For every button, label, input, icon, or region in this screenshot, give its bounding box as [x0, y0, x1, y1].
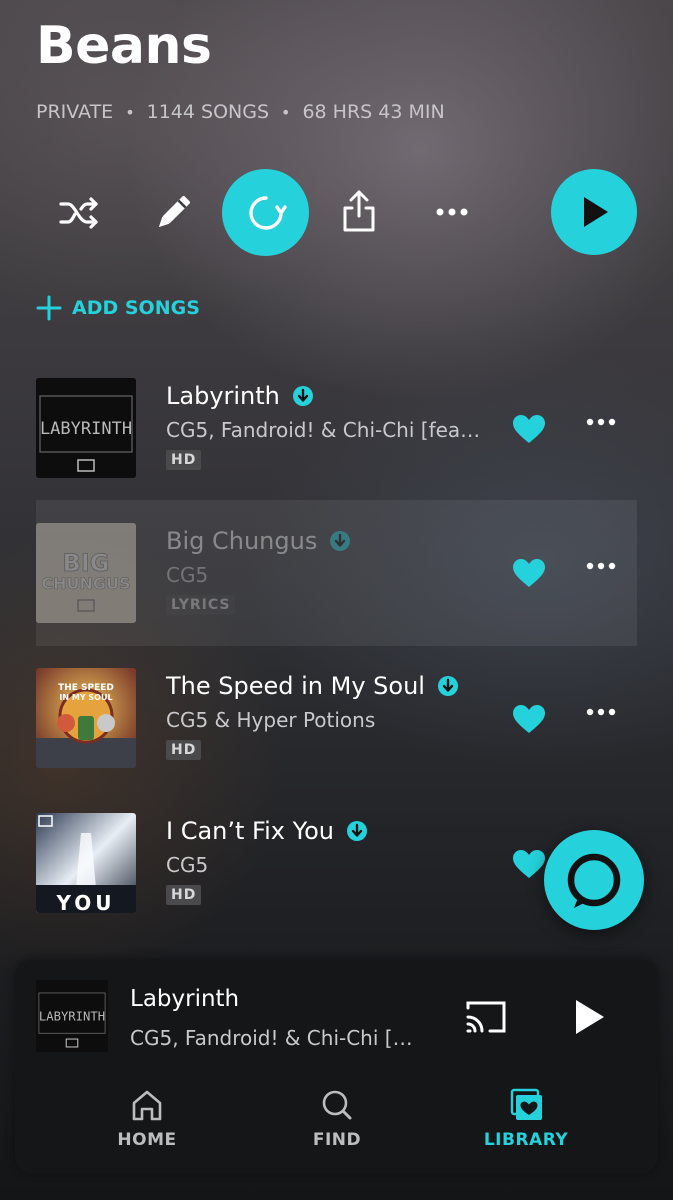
- track-title-line: Big Chungus: [166, 527, 496, 555]
- library-icon: [510, 1088, 542, 1120]
- repeat-button[interactable]: [222, 169, 309, 256]
- track-artist: CG5 & Hyper Potions: [166, 708, 376, 732]
- track-artist: CG5: [166, 853, 209, 877]
- shuffle-button[interactable]: [54, 190, 104, 236]
- more-options-button[interactable]: [430, 196, 474, 228]
- alexa-button[interactable]: [544, 830, 644, 930]
- track-title: Labyrinth: [166, 382, 280, 410]
- nav-library[interactable]: LIBRARY: [466, 1088, 586, 1150]
- privacy-label: PRIVATE: [36, 101, 114, 123]
- alexa-icon: [567, 853, 621, 908]
- now-playing-art: LABYRINTH: [36, 980, 108, 1052]
- album-art: THE SPEED IN MY SOUL: [36, 668, 136, 768]
- downloaded-icon: [292, 386, 313, 406]
- track-title-line: I Can’t Fix You: [166, 817, 496, 845]
- svg-text:LABYRINTH: LABYRINTH: [39, 1009, 105, 1023]
- home-icon: [132, 1090, 162, 1121]
- svg-text:YOU: YOU: [55, 891, 115, 913]
- add-songs-button[interactable]: ADD SONGS: [36, 295, 200, 321]
- play-icon: [576, 1000, 604, 1034]
- plus-icon: [36, 295, 62, 321]
- play-icon: [584, 197, 608, 227]
- svg-text:LABYRINTH: LABYRINTH: [40, 419, 132, 439]
- downloaded-icon: [437, 676, 458, 696]
- share-icon: [343, 190, 375, 232]
- track-row[interactable]: LABYRINTH Labyrinth CG5, Fandroid! & Chi…: [36, 378, 637, 500]
- heart-icon[interactable]: [512, 849, 546, 879]
- album-art: BIG CHUNGUS: [36, 523, 136, 623]
- track-title: The Speed in My Soul: [166, 672, 425, 700]
- track-artist: CG5, Fandroid! & Chi-Chi [feat. Alex Bec…: [166, 418, 486, 442]
- track-row[interactable]: BIG CHUNGUS Big Chungus CG5 LYRICS: [36, 500, 637, 646]
- track-more-icon[interactable]: [584, 706, 618, 718]
- track-row[interactable]: THE SPEED IN MY SOUL The Speed in My Sou…: [36, 668, 637, 790]
- svg-text:IN MY SOUL: IN MY SOUL: [59, 693, 112, 702]
- playlist-meta: PRIVATE • 1144 SONGS • 68 HRS 43 MIN: [36, 101, 445, 123]
- nav-home[interactable]: HOME: [87, 1088, 207, 1150]
- heart-icon[interactable]: [512, 558, 546, 588]
- track-title-line: Labyrinth: [166, 382, 496, 410]
- track-artist: CG5: [166, 563, 209, 587]
- play-all-button[interactable]: [551, 169, 637, 255]
- cast-icon: [466, 1001, 506, 1033]
- more-horizontal-icon: [436, 208, 468, 216]
- mini-play-button[interactable]: [565, 994, 613, 1040]
- now-playing-bar[interactable]: LABYRINTH Labyrinth CG5, Fandroid! & Chi…: [15, 960, 658, 1174]
- song-count: 1144 SONGS: [146, 101, 270, 123]
- svg-text:CHUNGUS: CHUNGUS: [41, 574, 130, 593]
- now-playing-artist: CG5, Fandroid! & Chi-Chi [feat. Alex Bec…: [130, 1026, 415, 1050]
- shuffle-icon: [59, 197, 98, 229]
- share-button[interactable]: [336, 186, 382, 236]
- album-art: LABYRINTH: [36, 378, 136, 478]
- add-songs-label: ADD SONGS: [72, 297, 200, 319]
- track-title-line: The Speed in My Soul: [166, 672, 496, 700]
- nav-find[interactable]: FIND: [277, 1088, 397, 1150]
- now-playing-title: Labyrinth: [130, 986, 240, 1012]
- quality-badge: HD: [166, 450, 202, 470]
- track-more-icon[interactable]: [584, 416, 618, 428]
- downloaded-icon: [346, 821, 367, 841]
- album-art: YOU: [36, 813, 136, 913]
- track-more-icon[interactable]: [584, 560, 618, 572]
- total-duration: 68 HRS 43 MIN: [302, 101, 445, 123]
- track-title: I Can’t Fix You: [166, 817, 334, 845]
- quality-badge: HD: [166, 885, 202, 905]
- repeat-icon: [248, 195, 287, 230]
- quality-badge: HD: [166, 740, 202, 760]
- pencil-icon: [158, 195, 191, 228]
- search-icon: [322, 1090, 352, 1120]
- playlist-title: Beans: [36, 16, 212, 76]
- svg-text:THE SPEED: THE SPEED: [58, 683, 114, 693]
- lyrics-badge: LYRICS: [166, 595, 236, 615]
- cast-button[interactable]: [461, 994, 511, 1040]
- nav-home-label: HOME: [117, 1130, 177, 1150]
- edit-button[interactable]: [148, 188, 198, 238]
- svg-text:BIG: BIG: [63, 549, 110, 577]
- downloaded-icon: [330, 531, 351, 551]
- nav-library-label: LIBRARY: [483, 1130, 569, 1150]
- heart-icon[interactable]: [512, 414, 546, 444]
- heart-icon[interactable]: [512, 704, 546, 734]
- track-title: Big Chungus: [166, 527, 318, 555]
- nav-find-label: FIND: [312, 1130, 362, 1150]
